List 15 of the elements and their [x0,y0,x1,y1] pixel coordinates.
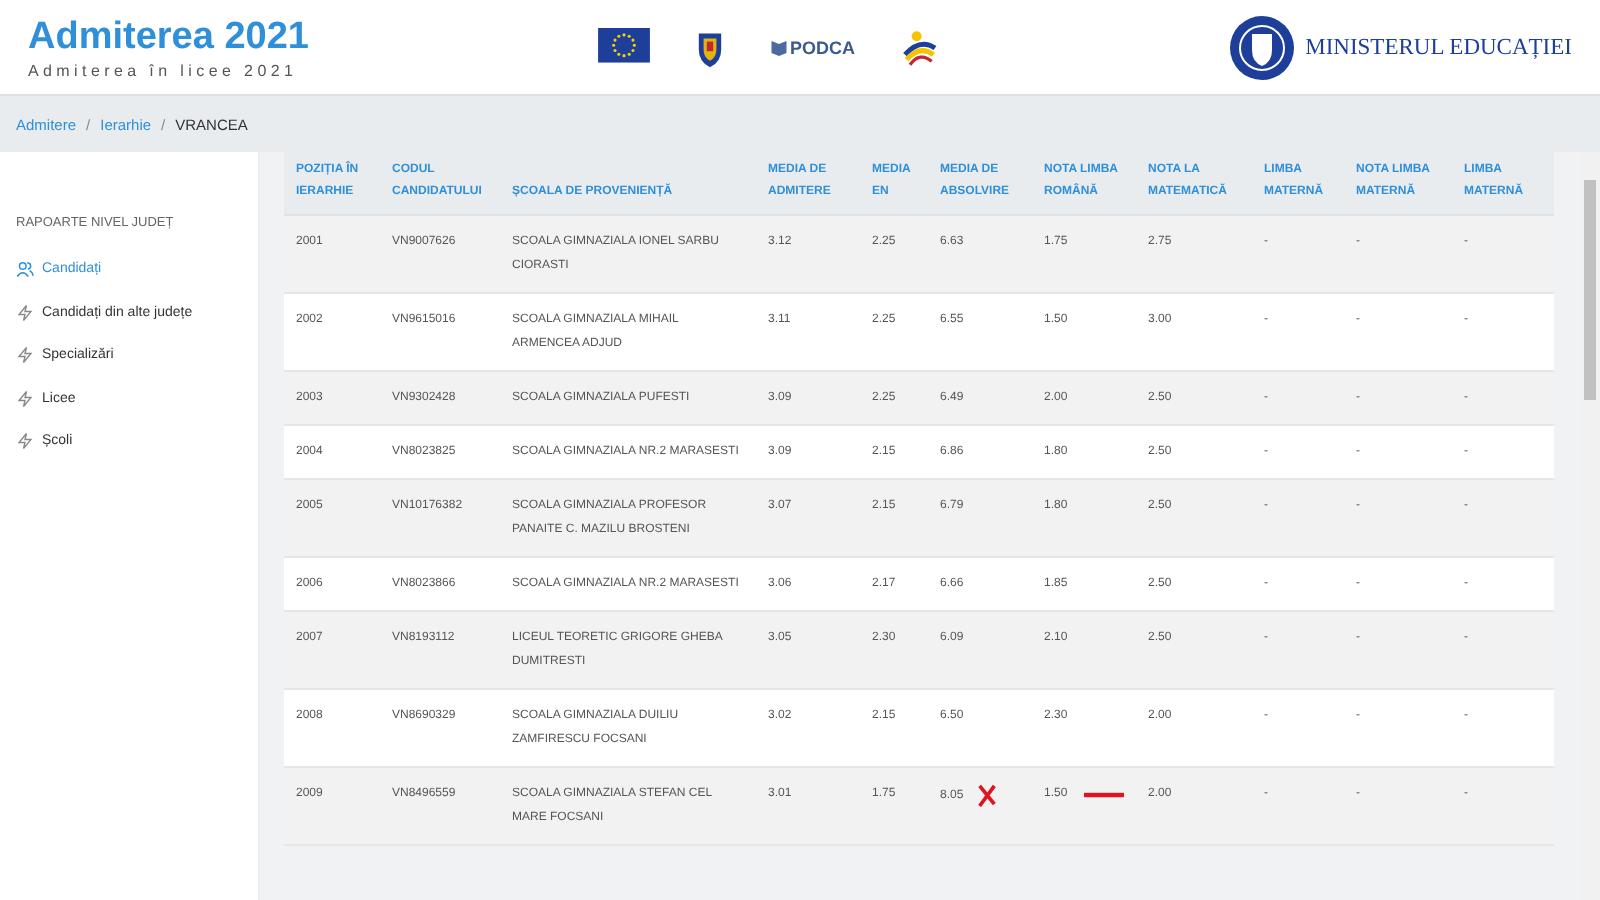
scrollbar-thumb[interactable] [1584,180,1596,400]
site-subtitle: Admiterea în licee 2021 [28,61,300,79]
people-icon [16,260,34,279]
bolt-icon [16,389,34,408]
scrollbar[interactable] [1580,152,1600,900]
swirl-logo-icon [899,27,940,67]
flag-logo-icon [598,28,650,66]
seal-logo-icon [1227,13,1296,81]
ministry-name: MINISTERUL EDUCAȚIEI [1305,35,1572,59]
partner-logo-text: PODCA [790,37,856,57]
bolt-icon [16,303,34,322]
site-title[interactable]: Admiterea 2021 [28,15,598,59]
bolt-icon [16,346,34,365]
book-icon [770,38,788,56]
bolt-icon [16,432,34,451]
